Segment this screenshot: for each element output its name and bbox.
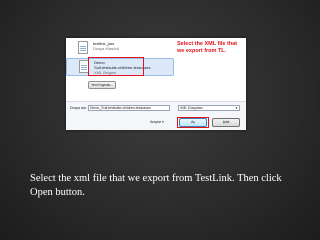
file-item-text: testlink_jars Dosya Klasörü xyxy=(93,41,119,51)
filetype-select[interactable]: XML Dosyaları ▼ xyxy=(178,105,240,111)
dialog-footer: Dosya adı: Demo_Suit.testsuite-children-… xyxy=(66,101,246,130)
cancel-button[interactable]: İptal xyxy=(212,118,240,127)
file-list: testlink_jars Dosya Klasörü Demo Suit.te… xyxy=(66,38,246,101)
file-type: Dosya Klasörü xyxy=(93,46,120,51)
file-highlight-box xyxy=(88,57,144,76)
chevron-down-icon: ▼ xyxy=(235,106,238,110)
callout-note: Select the XML file that we export from … xyxy=(177,41,238,54)
new-folder-button[interactable]: Yeni Kaynak... xyxy=(88,81,116,89)
file-open-dialog-screenshot: testlink_jars Dosya Klasörü Demo Suit.te… xyxy=(66,38,246,130)
filename-input[interactable]: Demo_Suit.testsuite-children-testcases xyxy=(88,105,170,111)
open-button-highlight-box xyxy=(177,117,209,128)
folder-icon xyxy=(78,41,88,54)
tools-menu[interactable]: Araçlar ▾ xyxy=(150,120,164,124)
file-item-folder[interactable]: testlink_jars Dosya Klasörü xyxy=(66,40,172,56)
instruction-caption: Select the xml file that we export from … xyxy=(30,173,282,198)
filetype-value: XML Dosyaları xyxy=(180,106,203,110)
tools-label: Araçlar xyxy=(150,120,162,124)
filename-label: Dosya adı: xyxy=(70,106,87,110)
